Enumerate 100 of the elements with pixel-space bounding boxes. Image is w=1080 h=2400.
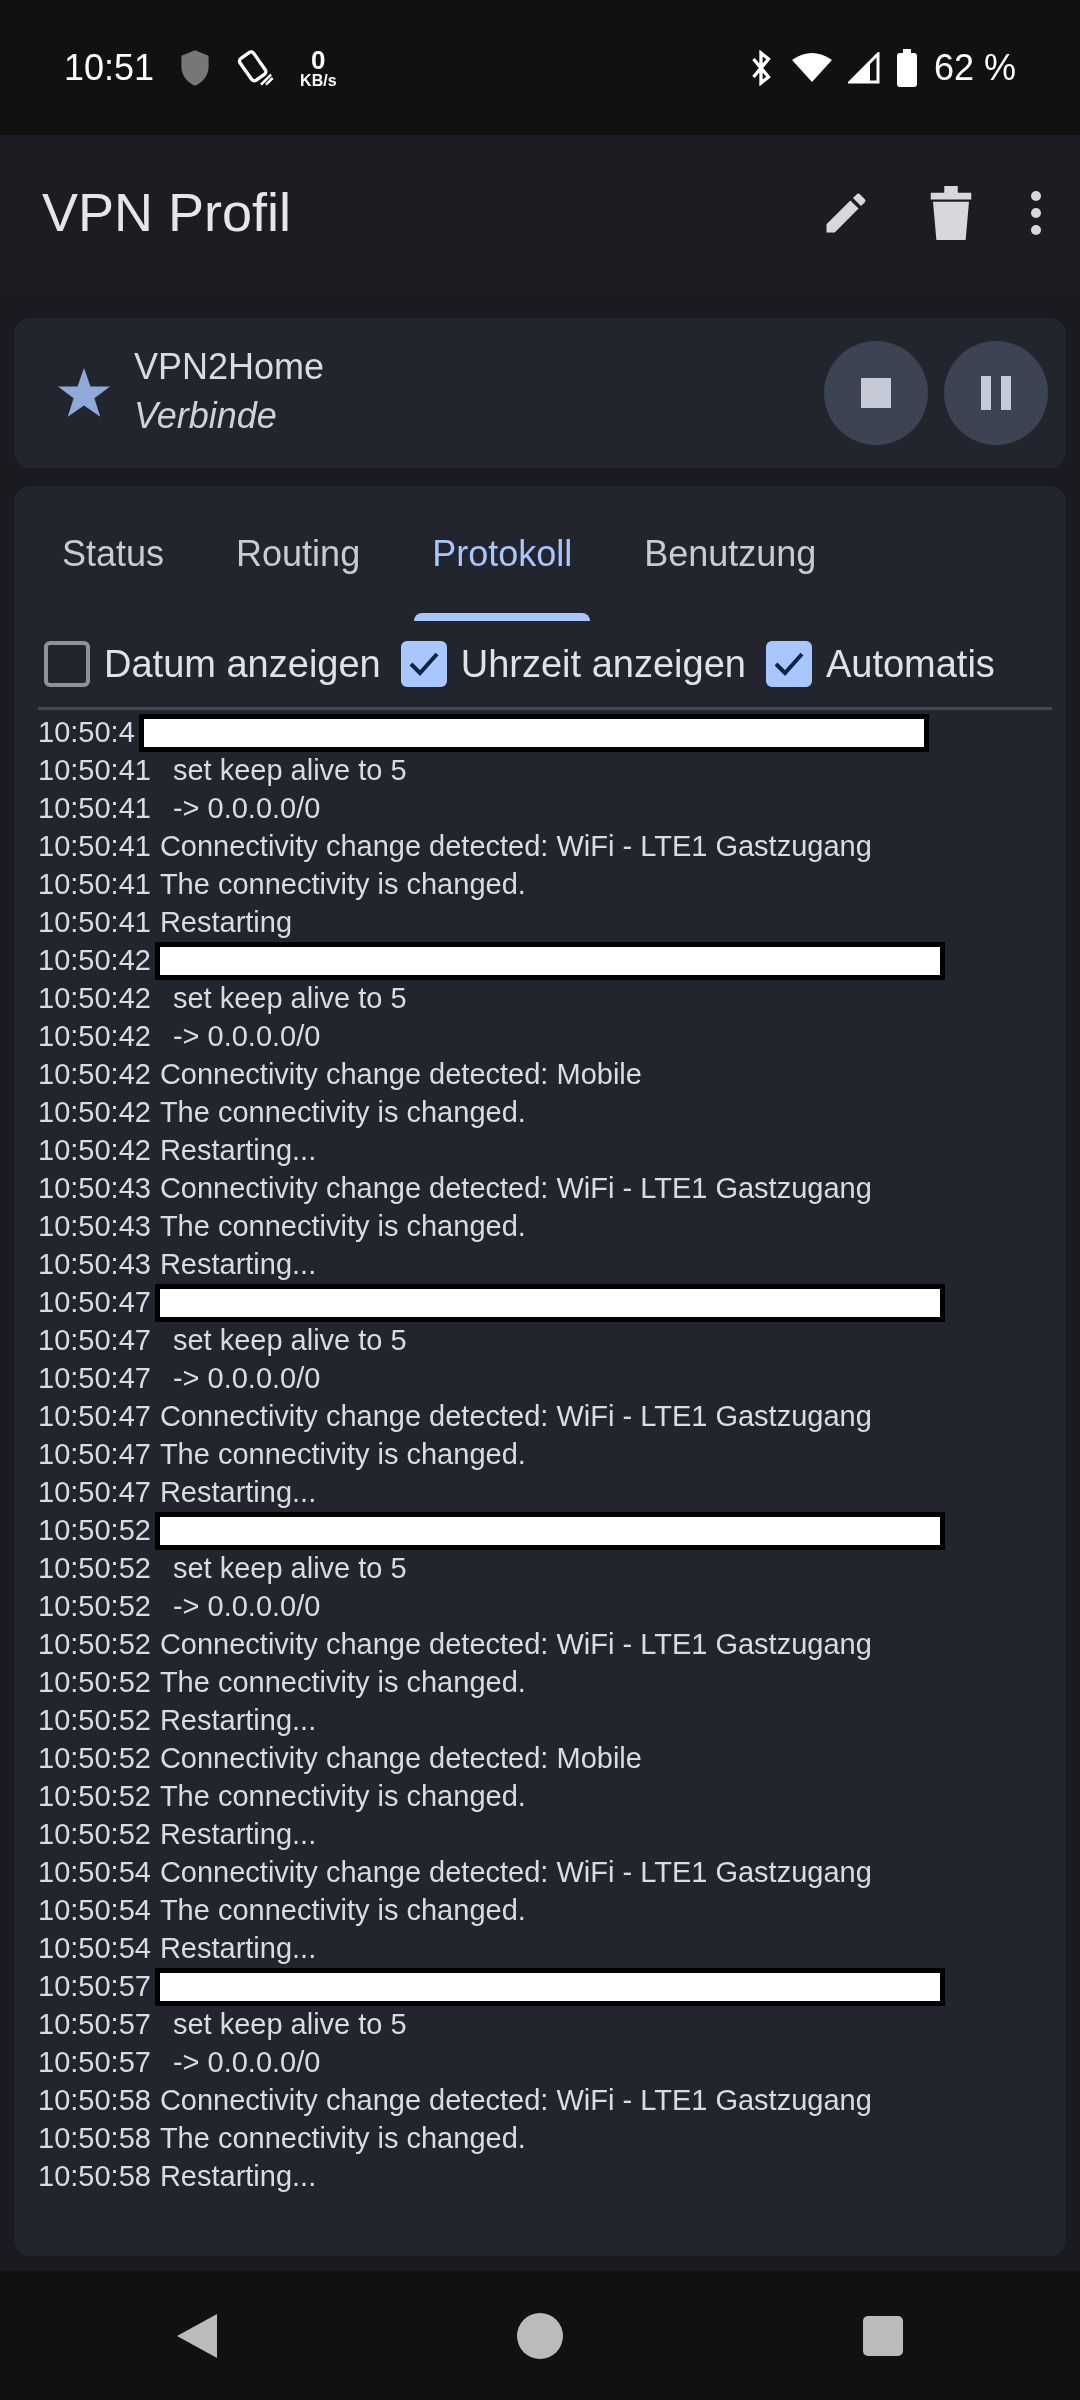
log-message: The connectivity is changed. — [159, 2121, 526, 2157]
log-message: The connectivity is changed. — [159, 1437, 526, 1473]
recents-icon — [863, 2316, 903, 2356]
log-timestamp: 10:50:42 — [38, 943, 151, 979]
log-message: Connectivity change detected: WiFi - LTE1 Gastzugang — [159, 1171, 872, 1207]
log-timestamp: 10:50:54 — [38, 1855, 151, 1891]
log-message: Connectivity change detected: Mobile — [159, 1741, 642, 1777]
log-message: set keep alive to 5 — [172, 1323, 407, 1359]
log-message: -> 0.0.0.0/0 — [172, 791, 321, 827]
log-message: The connectivity is changed. — [159, 1095, 526, 1131]
home-icon — [517, 2313, 563, 2359]
log-message: Connectivity change detected: Mobile — [159, 1057, 642, 1093]
log-timestamp: 10:50:42 — [38, 981, 151, 1017]
log-message: set keep alive to 5 — [172, 753, 407, 789]
log-message: The connectivity is changed. — [159, 1665, 526, 1701]
log-timestamp: 10:50:47 — [38, 1323, 151, 1359]
log-timestamp: 10:50:47 — [38, 1437, 151, 1473]
log-message: Connectivity change detected: WiFi - LTE1 Gastzugang — [159, 1627, 872, 1663]
log-message: -> 0.0.0.0/0 — [172, 2045, 321, 2081]
battery-icon — [895, 48, 918, 87]
log-timestamp: 10:50:43 — [38, 1247, 151, 1283]
screen-title: VPN Profil — [42, 181, 292, 244]
log-timestamp: 10:50:54 — [38, 1931, 151, 1967]
log-timestamp: 10:50:41 — [38, 829, 151, 865]
log-message: -> 0.0.0.0/0 — [172, 1361, 321, 1397]
signal-icon — [847, 51, 880, 84]
log-timestamp: 10:50:41 — [38, 867, 151, 903]
log-timestamp: 10:50:41 — [38, 753, 151, 789]
check-icon — [407, 651, 440, 677]
log-message: Restarting... — [159, 1475, 317, 1511]
check-icon — [772, 651, 805, 677]
log-timestamp: 10:50:57 — [38, 1969, 151, 2005]
log-message: Restarting... — [159, 1247, 317, 1283]
log-timestamp: 10:50:52 — [38, 1589, 151, 1625]
checkbox-label[interactable]: Uhrzeit anzeigen — [460, 635, 746, 693]
log-timestamp: 10:50:47 — [38, 1475, 151, 1511]
log-timestamp: 10:50:52 — [38, 1817, 151, 1853]
log-message: The connectivity is changed. — [159, 1209, 526, 1245]
checkbox[interactable] — [400, 641, 447, 687]
log-timestamp: 10:50:42 — [38, 1133, 151, 1169]
tab[interactable]: Status — [38, 486, 189, 621]
more-icon — [1030, 189, 1042, 236]
checkbox-label[interactable]: Automatis — [825, 635, 995, 693]
log-message: Connectivity change detected: WiFi - LTE1 Gastzugang — [159, 829, 872, 865]
log-timestamp: 10:50:43 — [38, 1209, 151, 1245]
log-message: set keep alive to 5 — [172, 1551, 407, 1587]
log-timestamp: 10:50:52 — [38, 1703, 151, 1739]
log-timestamp: 10:50:52 — [38, 1665, 151, 1701]
clock-text: 10:51 — [64, 45, 155, 90]
log-timestamp: 10:50:58 — [38, 2083, 151, 2119]
log-message: Restarting... — [159, 2159, 317, 2195]
log-message: The connectivity is changed. — [159, 1779, 526, 1815]
log-timestamp: 10:50:41 — [38, 791, 151, 827]
checkbox-label[interactable]: Datum anzeigen — [104, 635, 381, 693]
log-message: -> 0.0.0.0/0 — [172, 1019, 321, 1055]
checkbox[interactable] — [765, 641, 812, 687]
log-timestamp: 10:50:52 — [38, 1779, 151, 1815]
log-timestamp: 10:50:54 — [38, 1893, 151, 1929]
log-message: -> 0.0.0.0/0 — [172, 1589, 321, 1625]
log-timestamp: 10:50:52 — [38, 1513, 151, 1549]
checkbox[interactable] — [44, 641, 90, 687]
log-timestamp: 10:50:43 — [38, 1171, 151, 1207]
trash-icon — [928, 185, 974, 240]
log-timestamp: 10:50:47 — [38, 1399, 151, 1435]
log-timestamp: 10:50:4 — [38, 715, 135, 751]
log-timestamp: 10:50:57 — [38, 2007, 151, 2043]
star-icon — [58, 368, 110, 418]
log-timestamp: 10:50:42 — [38, 1095, 151, 1131]
log-message: Restarting... — [159, 1133, 317, 1169]
speed-value: 0 — [311, 46, 326, 73]
log-message: Connectivity change detected: WiFi - LTE1 Gastzugang — [159, 1855, 872, 1891]
back-icon — [177, 2314, 217, 2358]
tab[interactable]: Protokoll — [408, 486, 597, 621]
wifi-icon — [791, 51, 832, 84]
log-message: Connectivity change detected: WiFi - LTE1 Gastzugang — [159, 1399, 872, 1435]
log-timestamp: 10:50:52 — [38, 1627, 151, 1663]
log-timestamp: 10:50:42 — [38, 1057, 151, 1093]
profile-name: VPN2Home — [134, 344, 325, 389]
pause-icon — [981, 376, 1011, 410]
log-message: set keep alive to 5 — [172, 2007, 407, 2043]
log-timestamp: 10:50:52 — [38, 1551, 151, 1587]
log-message: Restarting — [159, 905, 293, 941]
log-timestamp: 10:50:57 — [38, 2045, 151, 2081]
log-message: The connectivity is changed. — [159, 867, 526, 903]
log-message: set keep alive to 5 — [172, 981, 407, 1017]
log-message: Restarting... — [159, 1703, 317, 1739]
tab[interactable]: Routing — [212, 486, 385, 621]
log-timestamp: 10:50:52 — [38, 1741, 151, 1777]
connection-state: Verbinde — [134, 393, 278, 438]
log-message: Restarting... — [159, 1931, 317, 1967]
log-message: The connectivity is changed. — [159, 1893, 526, 1929]
stop-icon — [861, 378, 891, 408]
log-message: Restarting... — [159, 1817, 317, 1853]
tab[interactable]: Benutzung — [620, 486, 841, 621]
log-timestamp: 10:50:47 — [38, 1361, 151, 1397]
log-timestamp: 10:50:47 — [38, 1285, 151, 1321]
battery-text: 62 % — [933, 45, 1016, 90]
log-timestamp: 10:50:41 — [38, 905, 151, 941]
log-timestamp: 10:50:42 — [38, 1019, 151, 1055]
log-message: Connectivity change detected: WiFi - LTE1 Gastzugang — [159, 2083, 872, 2119]
